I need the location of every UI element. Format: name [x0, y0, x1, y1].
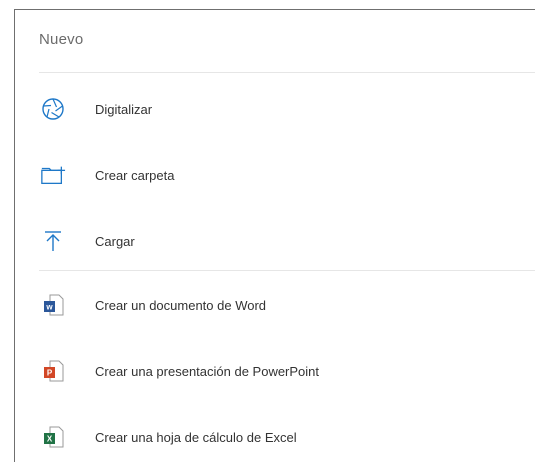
camera-shutter-icon [40, 96, 66, 122]
upload-icon [40, 228, 66, 254]
menu-item-label: Digitalizar [95, 101, 153, 117]
powerpoint-icon: P [40, 358, 66, 384]
menu-item-create-folder[interactable]: Crear carpeta [15, 150, 535, 200]
new-folder-icon [40, 162, 66, 188]
svg-text:X: X [47, 435, 53, 444]
menu-item-label: Crear un documento de Word [95, 297, 267, 313]
new-menu-panel: Nuevo Digitalizar Crear carpeta Cargar w… [14, 9, 535, 462]
menu-item-label: Crear una hoja de cálculo de Excel [95, 429, 297, 445]
svg-text:w: w [45, 303, 53, 312]
menu-item-create-word[interactable]: w Crear un documento de Word [15, 280, 535, 330]
menu-item-upload[interactable]: Cargar [15, 216, 535, 266]
excel-icon: X [40, 424, 66, 450]
word-icon: w [40, 292, 66, 318]
menu-item-label: Crear carpeta [95, 167, 175, 183]
svg-text:P: P [47, 369, 53, 378]
menu-item-create-excel[interactable]: X Crear una hoja de cálculo de Excel [15, 412, 535, 462]
divider [39, 72, 535, 73]
divider [39, 270, 535, 271]
menu-item-label: Crear una presentación de PowerPoint [95, 363, 320, 379]
menu-item-create-powerpoint[interactable]: P Crear una presentación de PowerPoint [15, 346, 535, 396]
menu-item-label: Cargar [95, 233, 135, 249]
menu-item-scan[interactable]: Digitalizar [15, 84, 535, 134]
menu-title: Nuevo [39, 31, 84, 48]
